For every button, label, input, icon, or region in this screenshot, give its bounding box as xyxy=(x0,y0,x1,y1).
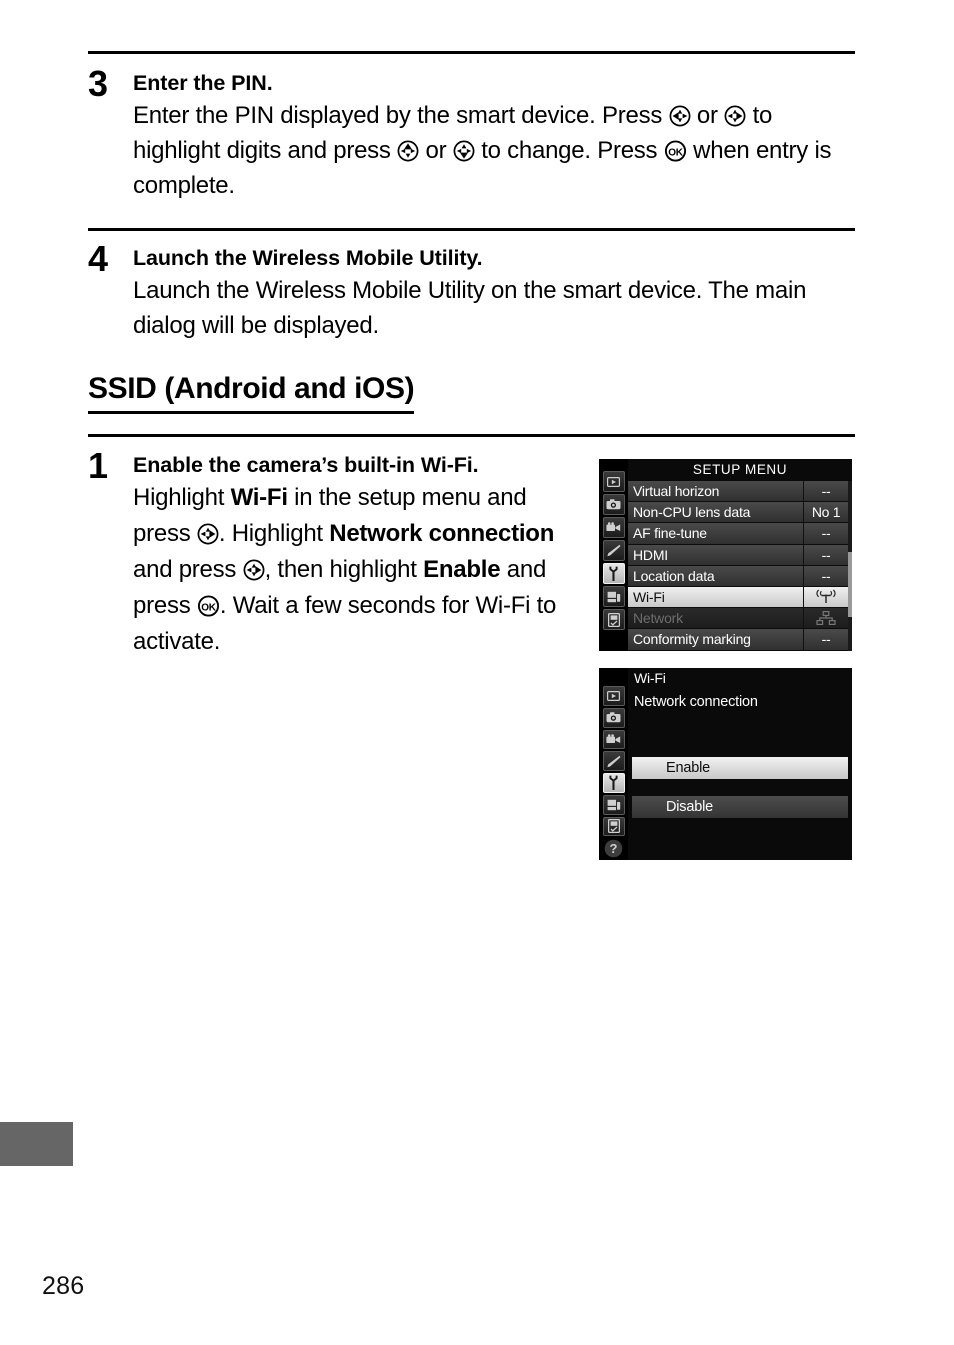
wrench-icon[interactable] xyxy=(602,773,625,793)
menu-row-network[interactable]: Network xyxy=(628,608,848,630)
step-3-title: Enter the PIN. xyxy=(133,71,273,95)
menu-row[interactable]: Conformity marking -- xyxy=(628,629,848,651)
menu-row-label: HDMI xyxy=(633,546,668,563)
menu-row-label: Non-CPU lens data xyxy=(633,504,751,521)
menu-scrollbar-thumb[interactable] xyxy=(848,552,852,617)
wifi-option-disable[interactable]: Disable xyxy=(632,796,848,818)
menu-row-value: -- xyxy=(803,565,848,586)
ok-button-icon: OK xyxy=(664,140,687,162)
wrench-icon[interactable] xyxy=(602,563,625,584)
camera-lcd-setup-menu: SETUP MENU Virtual horizon -- Non-CPU le… xyxy=(599,459,852,651)
pencil-icon[interactable] xyxy=(602,540,625,561)
paintbrush-icon[interactable] xyxy=(602,794,625,815)
step-1: 1 Enable the camera’s built-in Wi-Fi. Hi… xyxy=(88,448,588,660)
step-4-title: Launch the Wireless Mobile Utility. xyxy=(133,246,483,270)
menu-row-label: Conformity marking xyxy=(633,631,751,648)
multi-selector-right-icon xyxy=(243,559,265,581)
step-3-text-part-1: Enter the PIN displayed by the smart dev… xyxy=(133,102,669,130)
step-3-text-part-4: or xyxy=(419,137,453,165)
multi-selector-up-icon xyxy=(397,140,419,162)
menu-icon-rail xyxy=(599,459,628,651)
step-1-bold-wifi: Wi-Fi xyxy=(230,484,288,512)
chapter-edge-tab xyxy=(0,1122,73,1166)
svg-text:OK: OK xyxy=(201,602,217,613)
menu-row-label: Location data xyxy=(633,567,715,584)
wifi-options-pane: Wi-Fi Network connection Enable Disable xyxy=(628,668,852,860)
playback-icon[interactable] xyxy=(602,686,625,706)
menu-row[interactable]: Non-CPU lens data No 1 xyxy=(628,502,848,524)
step-1-text-part-3: . Highlight xyxy=(218,520,330,548)
divider-steps xyxy=(88,228,855,231)
multi-selector-left-icon xyxy=(669,105,691,127)
step-1-text-part-5: , then highlight xyxy=(264,556,424,584)
question-mark-icon[interactable]: ? xyxy=(603,838,625,858)
step-4-number: 4 xyxy=(88,238,108,279)
multi-selector-right-icon xyxy=(724,105,746,127)
menu-row-label: Wi-Fi xyxy=(633,589,665,606)
section-heading-ssid: SSID (Android and iOS) xyxy=(88,372,415,414)
step-1-bold-network-connection: Network connection xyxy=(329,520,555,548)
menu-row-value: -- xyxy=(803,629,848,650)
step-3-number: 3 xyxy=(88,63,108,104)
recent-settings-icon[interactable] xyxy=(602,816,625,837)
svg-text:?: ? xyxy=(610,841,618,856)
step-3-text-part-5: to change. Press xyxy=(474,137,664,165)
camera-icon[interactable] xyxy=(602,707,625,728)
step-1-text-part-4: and press xyxy=(133,556,243,584)
step-1-title: Enable the camera’s built-in Wi-Fi. xyxy=(133,453,479,477)
menu-row-value: No 1 xyxy=(803,502,848,523)
step-3: 3 Enter the PIN. Enter the PIN displayed… xyxy=(88,66,858,203)
divider-top xyxy=(88,51,855,54)
step-1-text: Highlight Wi-Fi in the setup menu and pr… xyxy=(133,480,588,660)
multi-selector-right-icon xyxy=(197,523,219,545)
menu-row-label: Network xyxy=(633,610,683,627)
wifi-option-enable[interactable]: Enable xyxy=(632,757,848,779)
page-number: 286 xyxy=(42,1272,85,1300)
svg-text:OK: OK xyxy=(668,147,684,158)
menu-icon-rail: ? xyxy=(599,668,628,860)
wifi-menu-header: Wi-Fi xyxy=(634,670,666,686)
menu-row[interactable]: AF fine-tune -- xyxy=(628,523,848,545)
menu-row[interactable]: Location data -- xyxy=(628,565,848,587)
step-1-text-part-1: Highlight xyxy=(133,484,231,512)
step-4: 4 Launch the Wireless Mobile Utility. La… xyxy=(88,241,858,343)
camera-lcd-wifi-menu: ? Wi-Fi Network connection Enable Disabl… xyxy=(599,668,852,860)
divider-ssid-section xyxy=(88,434,855,437)
paintbrush-icon[interactable] xyxy=(602,586,625,607)
menu-scrollbar[interactable] xyxy=(848,481,852,651)
step-1-bold-enable: Enable xyxy=(423,556,501,584)
step-3-text: Enter the PIN displayed by the smart dev… xyxy=(133,98,858,203)
step-1-number: 1 xyxy=(88,445,108,486)
menu-row-label: Virtual horizon xyxy=(633,483,720,500)
setup-menu-list: Virtual horizon -- Non-CPU lens data No … xyxy=(628,481,848,651)
wifi-menu-subheader: Network connection xyxy=(634,694,758,710)
playback-icon[interactable] xyxy=(602,471,625,492)
manual-page: 3 Enter the PIN. Enter the PIN displayed… xyxy=(0,0,954,1345)
menu-row[interactable]: HDMI -- xyxy=(628,544,848,566)
pencil-icon[interactable] xyxy=(602,751,625,772)
menu-row[interactable]: Virtual horizon -- xyxy=(628,481,848,503)
camera-icon[interactable] xyxy=(602,494,625,515)
step-3-text-part-2: or xyxy=(690,102,725,130)
recent-settings-icon[interactable] xyxy=(602,609,625,630)
menu-row-label: AF fine-tune xyxy=(633,525,707,542)
multi-selector-down-icon xyxy=(453,140,475,162)
step-4-text: Launch the Wireless Mobile Utility on th… xyxy=(133,277,807,340)
network-tree-icon xyxy=(803,608,848,629)
movie-camera-icon[interactable] xyxy=(602,517,625,538)
wifi-antenna-icon xyxy=(803,586,848,608)
setup-menu-title: SETUP MENU xyxy=(628,459,852,481)
menu-row-value: -- xyxy=(803,544,848,565)
menu-row-value: -- xyxy=(803,481,848,502)
ok-button-icon: OK xyxy=(197,595,220,617)
movie-camera-icon[interactable] xyxy=(602,729,625,750)
menu-row-wifi[interactable]: Wi-Fi xyxy=(628,586,848,609)
menu-row-value: -- xyxy=(803,523,848,544)
